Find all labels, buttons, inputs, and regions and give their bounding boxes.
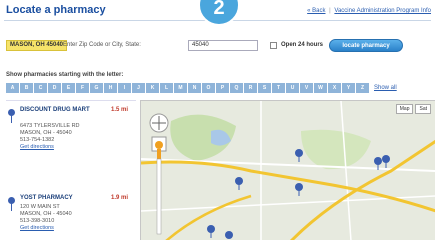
results-list: DISCOUNT DRUG MART 1.5 mi 6473 TYLERSVIL…: [6, 100, 136, 240]
search-prompt: Enter Zip Code or City, State:: [63, 42, 141, 48]
open24-checkbox[interactable]: [270, 42, 277, 49]
map-type-controls: Map Sat: [395, 104, 431, 114]
pharmacy-map[interactable]: Map Sat: [140, 100, 435, 240]
search-bar: MASON, OH 45040 Enter Zip Code or City, …: [6, 39, 429, 52]
pegman-icon[interactable]: [155, 141, 163, 149]
map-canvas[interactable]: [141, 101, 435, 240]
letter-button[interactable]: T: [272, 83, 285, 93]
letter-button[interactable]: Y: [342, 83, 355, 93]
letter-button[interactable]: C: [34, 83, 47, 93]
letter-button[interactable]: H: [104, 83, 117, 93]
zoom-slider[interactable]: [156, 158, 162, 235]
letter-button[interactable]: B: [20, 83, 33, 93]
locate-pharmacy-button[interactable]: locate pharmacy: [329, 39, 403, 52]
letter-button[interactable]: M: [174, 83, 187, 93]
letter-button[interactable]: U: [286, 83, 299, 93]
current-location-chip: MASON, OH 45040: [6, 40, 68, 51]
pharmacy-phone: 513-398-3010: [20, 218, 55, 224]
pharmacy-name[interactable]: YOST PHARMACY: [20, 195, 90, 202]
letter-button[interactable]: F: [76, 83, 89, 93]
map-marker-icon: [225, 231, 233, 239]
letter-filter: A B C D E F G H I J K L M N O P Q R S T …: [6, 83, 397, 93]
letter-button[interactable]: Q: [230, 83, 243, 93]
letter-button[interactable]: S: [258, 83, 271, 93]
pharmacy-distance: 1.5 mi: [110, 107, 128, 113]
letter-button[interactable]: E: [62, 83, 75, 93]
map-type-map-button[interactable]: Map: [395, 104, 414, 114]
pharmacy-address: 120 W MAIN ST: [20, 204, 60, 210]
letter-button[interactable]: R: [244, 83, 257, 93]
letter-button[interactable]: G: [90, 83, 103, 93]
pharmacy-address: 6473 TYLERSVILLE RD: [20, 123, 80, 129]
pharmacy-city: MASON, OH - 45040: [20, 130, 72, 136]
pharmacy-phone: 513-754-1382: [20, 137, 55, 143]
letters-label: Show pharmacies starting with the letter…: [6, 72, 124, 78]
letter-button[interactable]: P: [216, 83, 229, 93]
letter-button[interactable]: J: [132, 83, 145, 93]
back-link[interactable]: « Back: [307, 8, 325, 14]
link-separator: |: [329, 8, 331, 14]
letter-button[interactable]: K: [146, 83, 159, 93]
map-pin-icon: [8, 197, 15, 211]
letter-button[interactable]: N: [188, 83, 201, 93]
letter-button[interactable]: D: [48, 83, 61, 93]
zip-city-input[interactable]: 45040: [188, 40, 258, 51]
pegman-body-icon: [157, 149, 161, 159]
open24-label: Open 24 hours: [281, 42, 324, 48]
get-directions-link[interactable]: Get directions: [20, 144, 54, 150]
letter-button[interactable]: X: [328, 83, 341, 93]
step-badge: 2: [198, 0, 240, 26]
map-type-satellite-button[interactable]: Sat: [415, 104, 431, 114]
page-title: Locate a pharmacy: [6, 4, 106, 16]
vaccine-program-link[interactable]: Vaccine Administration Program Info: [334, 8, 431, 14]
result-item[interactable]: DISCOUNT DRUG MART 1.5 mi 6473 TYLERSVIL…: [6, 107, 134, 167]
map-pin-icon: [8, 109, 15, 123]
letter-button[interactable]: W: [314, 83, 327, 93]
letter-button[interactable]: L: [160, 83, 173, 93]
pharmacy-city: MASON, OH - 45040: [20, 211, 72, 217]
header-links: « Back | Vaccine Administration Program …: [307, 8, 431, 14]
get-directions-link[interactable]: Get directions: [20, 225, 54, 231]
pharmacy-distance: 1.9 mi: [110, 195, 128, 201]
show-all-link[interactable]: Show all: [374, 83, 397, 93]
result-item[interactable]: YOST PHARMACY 1.9 mi 120 W MAIN ST MASON…: [6, 195, 134, 239]
pharmacy-name[interactable]: DISCOUNT DRUG MART: [20, 107, 90, 114]
letter-button[interactable]: V: [300, 83, 313, 93]
letter-button[interactable]: A: [6, 83, 19, 93]
letter-button[interactable]: I: [118, 83, 131, 93]
letter-button[interactable]: Z: [356, 83, 369, 93]
letter-button[interactable]: O: [202, 83, 215, 93]
